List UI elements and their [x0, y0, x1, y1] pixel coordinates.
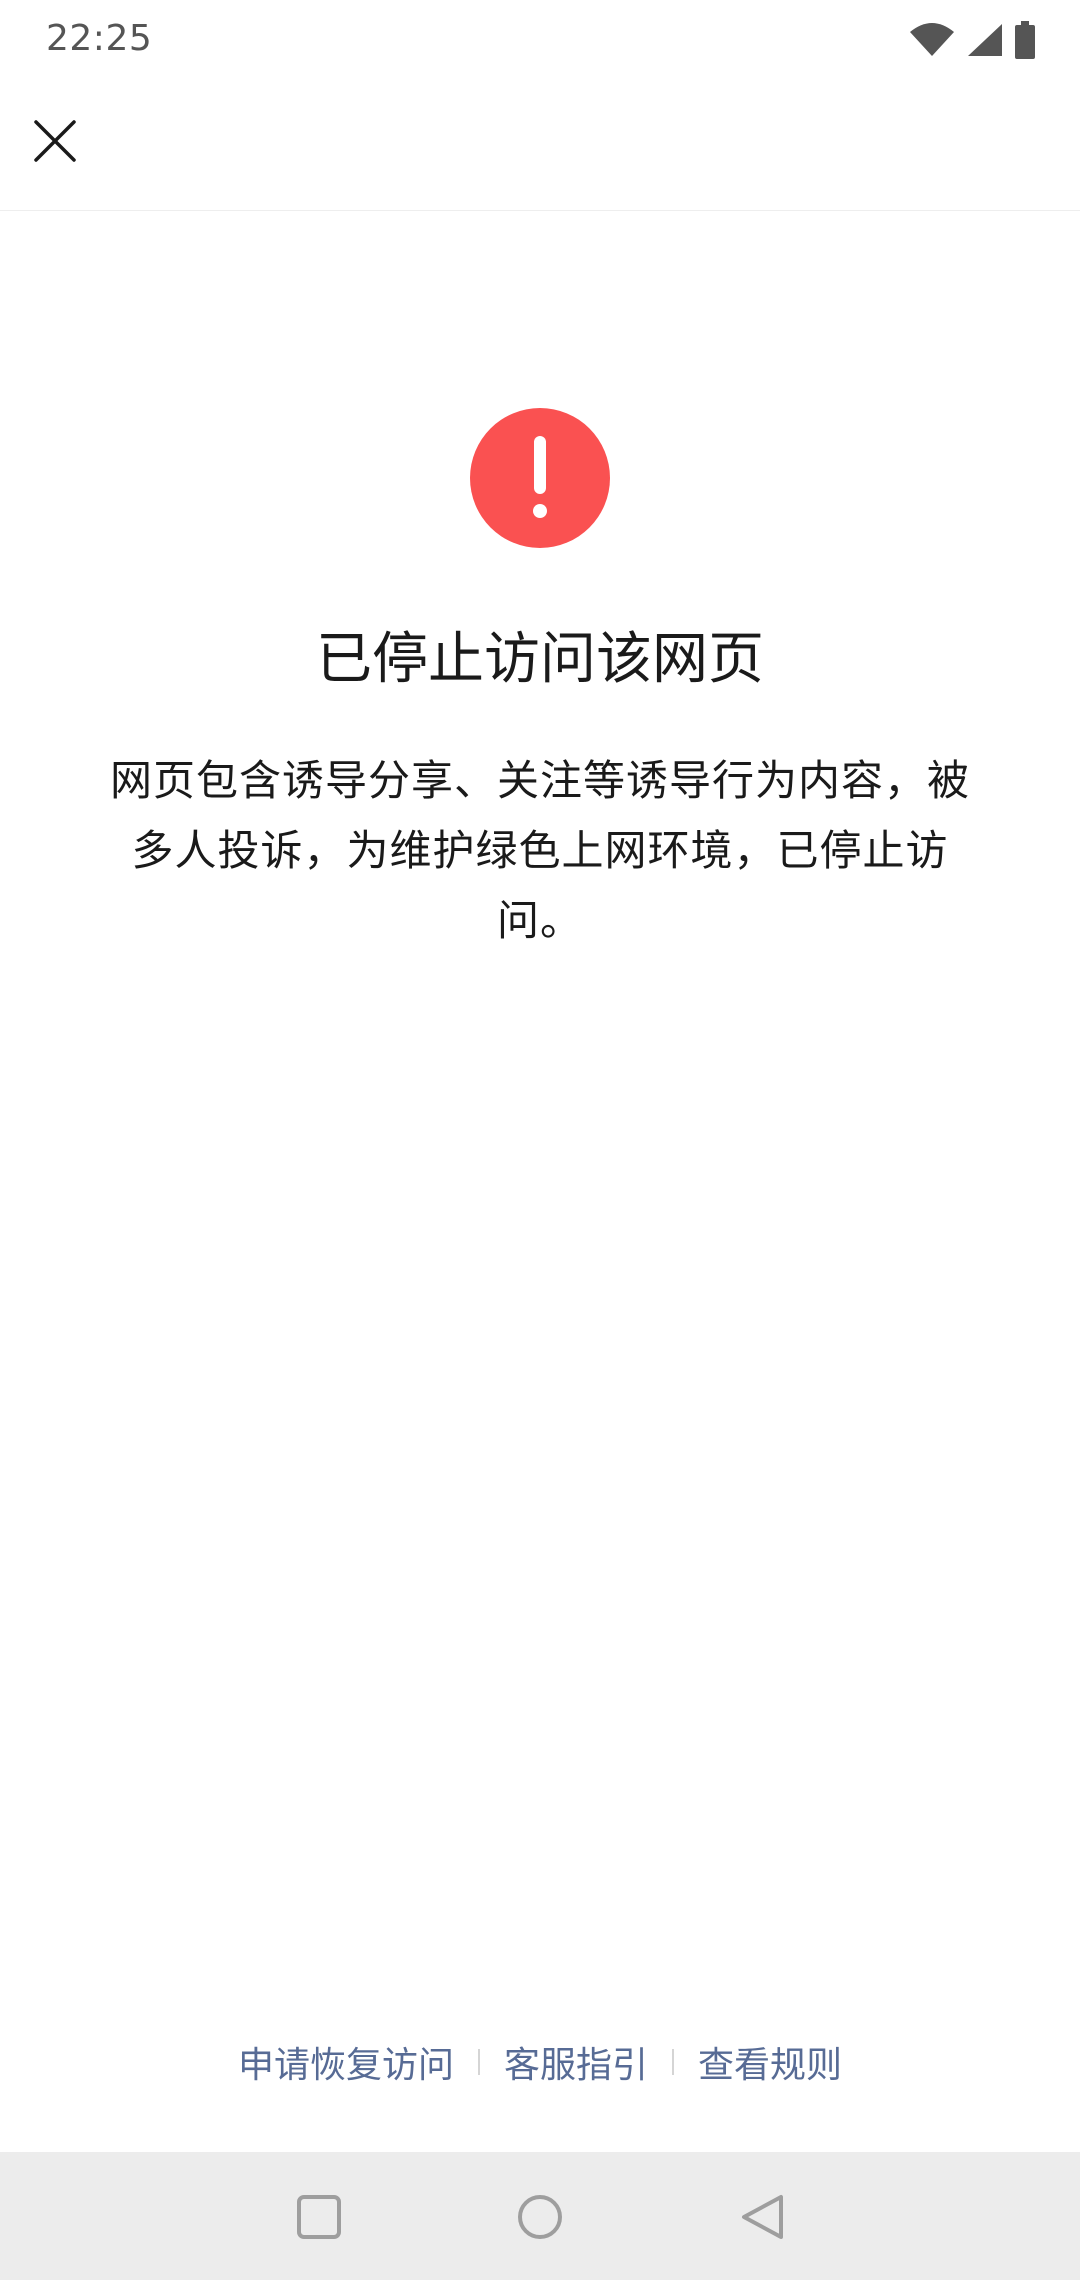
recents-button[interactable]	[284, 2182, 354, 2252]
system-nav-bar	[0, 2152, 1080, 2280]
battery-icon	[1015, 21, 1035, 59]
status-icons	[908, 20, 1036, 60]
footer-links: 申请恢复访问 客服指引 查看规则	[0, 2036, 1080, 2088]
status-bar: 22:25	[0, 0, 1080, 80]
request-restore-access-link[interactable]: 申请恢复访问	[234, 2036, 458, 2088]
notice-description: 网页包含诱导分享、关注等诱导行为内容，被多人投诉，为维护绿色上网环境，已停止访问…	[109, 756, 970, 945]
home-button[interactable]	[505, 2182, 575, 2252]
close-icon	[34, 120, 76, 162]
back-triangle-icon	[742, 2195, 783, 2239]
status-time: 22:25	[46, 18, 153, 59]
close-button[interactable]	[24, 110, 86, 172]
wifi-icon	[910, 23, 954, 56]
cellular-signal-icon	[968, 24, 1002, 56]
view-rules-link[interactable]: 查看规则	[694, 2036, 846, 2088]
footer-separator	[672, 2049, 674, 2075]
customer-service-guide-link[interactable]: 客服指引	[500, 2036, 652, 2088]
home-circle-icon	[518, 2195, 562, 2239]
footer-separator	[477, 2049, 480, 2075]
recents-square-icon	[297, 2195, 341, 2239]
back-button[interactable]	[727, 2182, 797, 2252]
exclamation-circle-icon	[470, 408, 610, 548]
top-bar	[0, 80, 1080, 211]
page-title: 已停止访问该网页	[316, 627, 764, 692]
